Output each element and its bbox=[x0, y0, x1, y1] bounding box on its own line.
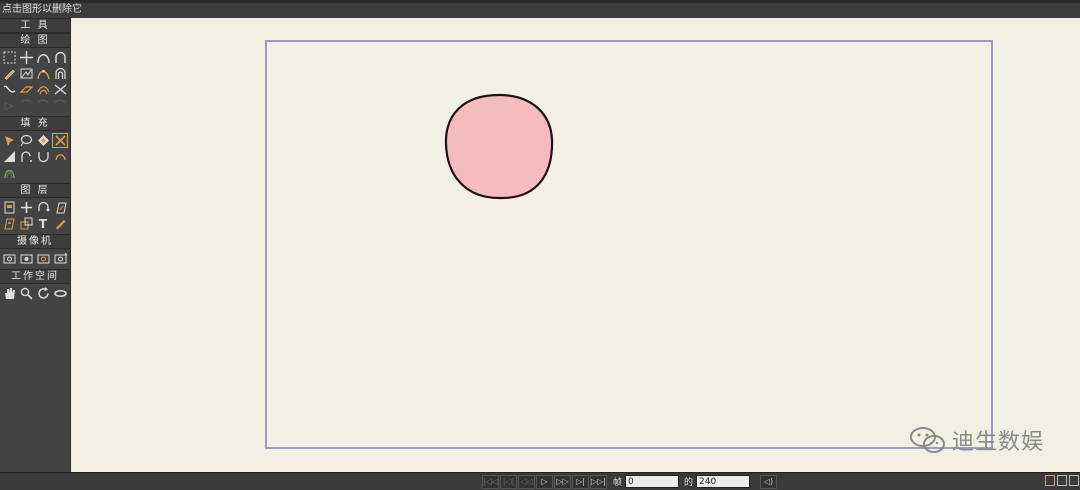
colored-arc-icon[interactable] bbox=[1, 165, 17, 180]
rainbow-tool-icon[interactable] bbox=[35, 82, 51, 97]
skew-layer-icon[interactable] bbox=[52, 200, 68, 215]
pencil-icon[interactable] bbox=[1, 66, 17, 81]
layer-tools: T bbox=[0, 198, 70, 234]
disabled-tool-4-icon: ⌒ bbox=[54, 99, 66, 112]
hint-bar: 点击图形以删除它 bbox=[0, 0, 1080, 18]
quad-view-icon[interactable] bbox=[1069, 475, 1079, 486]
camera-tools bbox=[0, 249, 70, 269]
wave-tool-icon[interactable] bbox=[1, 82, 17, 97]
toolbox-panel: 工 具 绘 图 ▷ ⌒ ⌒ ⌒ 填 充 图 层 T 摄像机 工作空间 bbox=[0, 18, 71, 472]
camera-track-icon[interactable] bbox=[1, 251, 17, 266]
camera-pan-icon[interactable] bbox=[52, 251, 68, 266]
workspace-section-header: 工作空间 bbox=[0, 269, 70, 284]
bone-pen-icon[interactable] bbox=[52, 216, 68, 231]
sound-icon[interactable]: ◁) bbox=[760, 474, 778, 489]
first-frame-icon[interactable]: |◁◁ bbox=[482, 474, 499, 489]
watermark: 迪生数娱 bbox=[908, 424, 1044, 456]
delete-shape-icon[interactable] bbox=[52, 133, 68, 148]
last-frame-icon[interactable]: ▷▷| bbox=[590, 474, 607, 489]
fill-section-header: 填 充 bbox=[0, 116, 70, 131]
disabled-tool-2-icon: ⌒ bbox=[20, 99, 32, 112]
layers-section-header: 图 层 bbox=[0, 183, 70, 198]
of-label: 的 bbox=[684, 478, 694, 488]
next-keyframe-icon[interactable]: ▷| bbox=[572, 474, 589, 489]
hint-text: 点击图形以删除它 bbox=[2, 4, 82, 15]
arch-tool-icon[interactable] bbox=[52, 50, 68, 65]
pink-shape[interactable] bbox=[444, 92, 554, 202]
orbit-view-icon[interactable] bbox=[52, 286, 68, 301]
rotate-layer-icon[interactable] bbox=[35, 200, 51, 215]
rotate-view-icon[interactable] bbox=[35, 286, 51, 301]
selection-marquee-icon[interactable] bbox=[1, 50, 17, 65]
tools-header: 工 具 bbox=[0, 18, 70, 33]
draw-tools: ▷ ⌒ ⌒ ⌒ bbox=[0, 48, 70, 116]
stage-frame[interactable] bbox=[265, 40, 993, 449]
curve-tool-icon[interactable] bbox=[35, 50, 51, 65]
hand-pan-icon[interactable] bbox=[1, 286, 17, 301]
cup-fill-icon[interactable] bbox=[35, 149, 51, 164]
fill-tools bbox=[0, 131, 70, 183]
lasso-fill-icon[interactable] bbox=[18, 133, 34, 148]
app-window: 点击图形以删除它 工 具 绘 图 ▷ ⌒ ⌒ ⌒ 填 充 图 层 T 摄像机 工… bbox=[0, 0, 1080, 490]
single-view-icon[interactable] bbox=[1045, 475, 1055, 486]
fast-forward-icon[interactable]: ▷▷ bbox=[554, 474, 571, 489]
diamond-fill-icon[interactable] bbox=[35, 133, 51, 148]
scissors-icon[interactable] bbox=[52, 82, 68, 97]
play-disabled-icon: ▷ bbox=[4, 99, 14, 112]
gradient-icon[interactable] bbox=[1, 149, 17, 164]
watermark-text: 迪生数娱 bbox=[951, 430, 1044, 455]
draw-section-header: 绘 图 bbox=[0, 33, 70, 48]
play-icon[interactable]: ▷ bbox=[536, 474, 553, 489]
add-point-icon[interactable] bbox=[18, 200, 34, 215]
transform-move-icon[interactable] bbox=[18, 50, 34, 65]
magnifier-icon[interactable] bbox=[18, 286, 34, 301]
total-frames-field[interactable]: 240 bbox=[696, 475, 751, 488]
eraser-icon[interactable] bbox=[18, 82, 34, 97]
split-view-icon[interactable] bbox=[1057, 475, 1067, 486]
new-layer-icon[interactable] bbox=[1, 200, 17, 215]
arc-fill-icon[interactable] bbox=[52, 149, 68, 164]
camera-roll-icon[interactable] bbox=[35, 251, 51, 266]
translate-layer-icon[interactable] bbox=[1, 216, 17, 231]
disabled-tool-3-icon: ⌒ bbox=[37, 99, 49, 112]
polygon-tool-icon[interactable] bbox=[18, 66, 34, 81]
prev-keyframe-icon[interactable]: |◁| bbox=[500, 474, 517, 489]
transport-controls: |◁◁ |◁| ◁◁ ▷ ▷▷ ▷| ▷▷| 帧 0 的 240 ◁) bbox=[482, 474, 778, 489]
scale-layer-icon[interactable] bbox=[18, 216, 34, 231]
frame-label: 帧 bbox=[613, 478, 623, 488]
camera-section-header: 摄像机 bbox=[0, 234, 70, 249]
curve-fill-icon[interactable] bbox=[18, 149, 34, 164]
view-mode-buttons bbox=[1045, 475, 1079, 486]
bezier-tool-icon[interactable] bbox=[35, 66, 51, 81]
camera-zoom-icon[interactable] bbox=[18, 251, 34, 266]
rewind-icon[interactable]: ◁◁ bbox=[518, 474, 535, 489]
paint-bucket-icon[interactable] bbox=[1, 133, 17, 148]
current-frame-field[interactable]: 0 bbox=[625, 475, 680, 488]
spiral-tool-icon[interactable] bbox=[52, 66, 68, 81]
text-tool-icon[interactable]: T bbox=[35, 216, 51, 231]
canvas-workspace[interactable]: 迪生数娱 bbox=[71, 18, 1080, 472]
timeline-bar: |◁◁ |◁| ◁◁ ▷ ▷▷ ▷| ▷▷| 帧 0 的 240 ◁) bbox=[0, 472, 1080, 490]
workspace-tools bbox=[0, 284, 70, 304]
wechat-icon bbox=[909, 427, 945, 453]
